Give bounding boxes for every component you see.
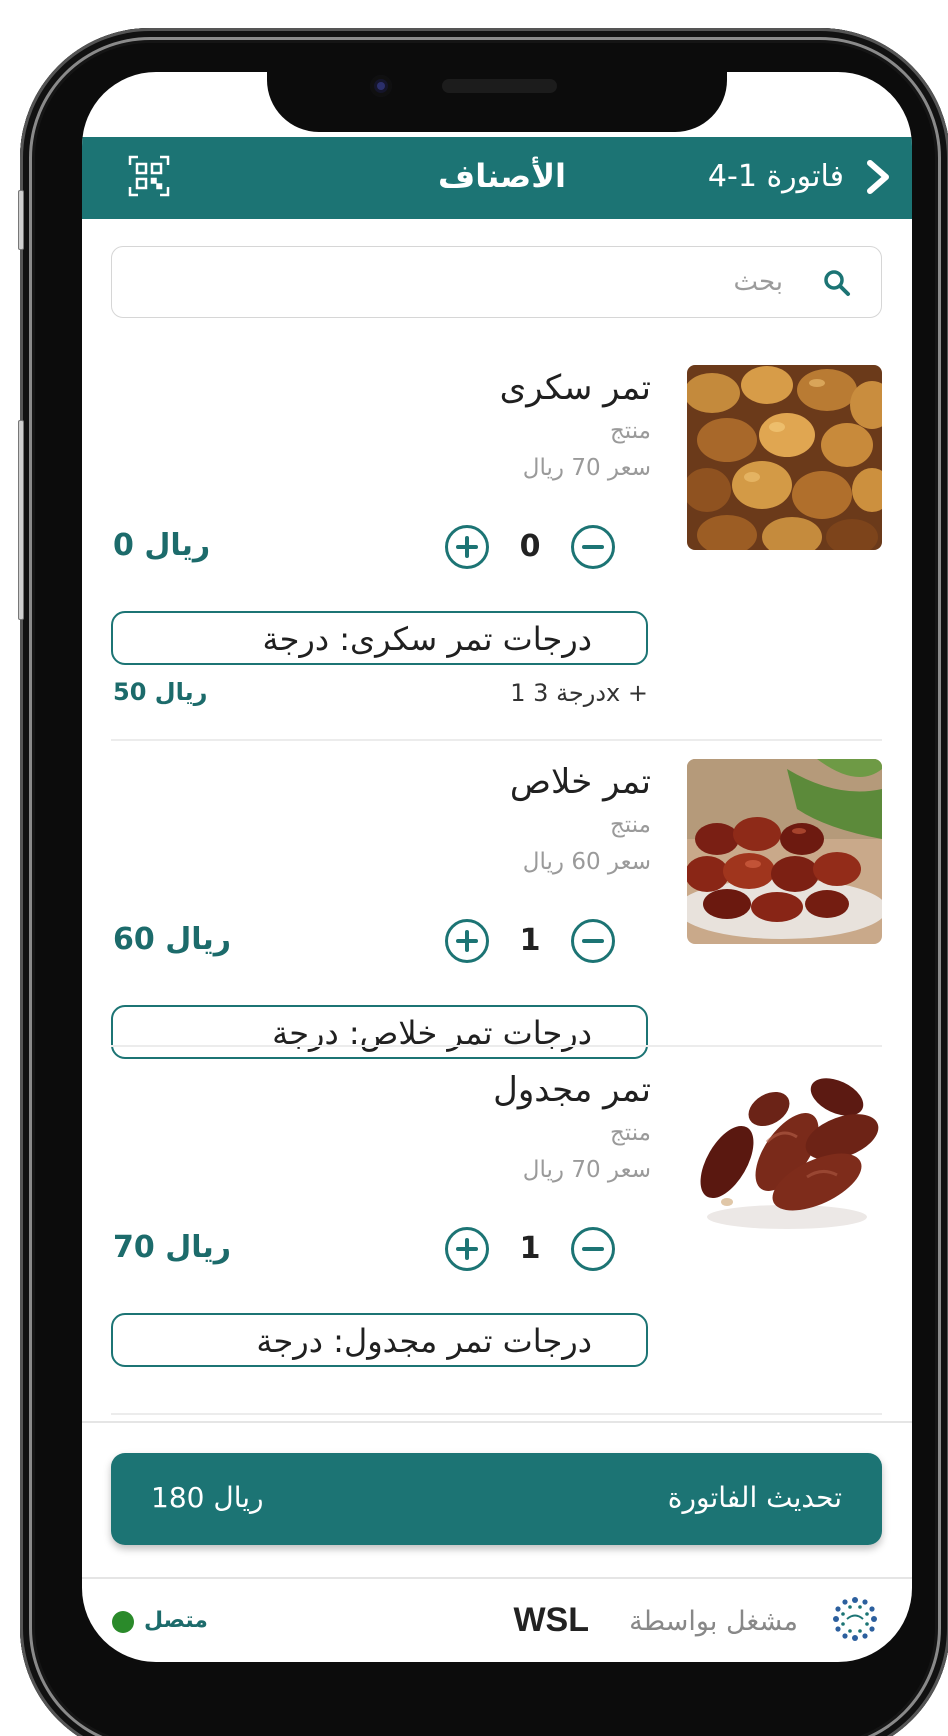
connection-status-label: متصل [144, 1608, 208, 1633]
product-card: تمر خلاص منتج سعر 60 ريال 60 ريال 1 درجا… [111, 759, 882, 1059]
quantity-stepper: 0 [445, 523, 615, 573]
product-type: منتج [609, 812, 651, 838]
grades-button[interactable]: درجات تمر مجدول: درجة [111, 1313, 648, 1367]
chevron-right-icon[interactable] [858, 157, 898, 197]
sukkari-dates-photo [687, 365, 882, 550]
plus-icon[interactable] [445, 1227, 489, 1271]
product-name: تمر مجدول [493, 1070, 651, 1110]
plus-icon[interactable] [445, 919, 489, 963]
invoice-total: 180 ريال [151, 1481, 264, 1514]
volume-button [18, 190, 24, 250]
search-icon [821, 267, 853, 299]
invoice-title[interactable]: فاتورة 1-4 [708, 157, 844, 197]
product-price: سعر 70 ريال [522, 455, 651, 481]
notch [267, 72, 727, 132]
minus-icon[interactable] [571, 1227, 615, 1271]
grades-label: درجات تمر سكرى: درجة [262, 620, 592, 658]
product-type: منتج [609, 1120, 651, 1146]
khalas-dates-photo [687, 759, 882, 944]
grades-button[interactable]: درجات تمر خلاص: درجة [111, 1005, 648, 1059]
grade-total: 50 ريال [113, 678, 208, 706]
product-price: سعر 60 ريال [522, 849, 651, 875]
product-name: تمر سكرى [499, 368, 651, 408]
qr-scan-icon[interactable] [128, 155, 170, 197]
minus-icon[interactable] [571, 525, 615, 569]
footer-separator [82, 1577, 912, 1579]
grades-label: درجات تمر خلاص: درجة [272, 1014, 592, 1052]
powered-by-label: مشغل بواسطة [629, 1606, 798, 1637]
grade-detail: درجة 3 1x + [510, 679, 648, 707]
brand-name: WSL [513, 1601, 589, 1639]
product-card: تمر سكرى منتج سعر 70 ريال 0 ريال 0 درجات… [111, 365, 882, 707]
medjool-dates-photo [687, 1067, 882, 1252]
quantity-value: 1 [519, 923, 541, 958]
quantity-stepper: 1 [445, 1225, 615, 1275]
quantity-value: 1 [519, 1231, 541, 1266]
product-total: 70 ريال [113, 1230, 232, 1265]
divider [111, 739, 882, 741]
quantity-value: 0 [519, 529, 541, 564]
page-title: الأصناف [438, 157, 566, 195]
search-input[interactable]: بحث [111, 246, 882, 318]
app-screen: فاتورة 1-4 الأصناف بحث تمر سكرى منتج سعر… [82, 72, 912, 1662]
volume-button-down [18, 420, 24, 620]
search-placeholder: بحث [733, 267, 783, 297]
camera-icon [370, 75, 392, 97]
plus-icon[interactable] [445, 525, 489, 569]
quantity-stepper: 1 [445, 917, 615, 967]
product-card: تمر مجدول منتج سعر 70 ريال 70 ريال 1 درج… [111, 1067, 882, 1367]
bottom-separator [82, 1421, 912, 1423]
minus-icon[interactable] [571, 919, 615, 963]
divider [111, 1045, 882, 1047]
speaker [442, 79, 557, 93]
wsl-logo-icon [832, 1596, 878, 1642]
grades-button[interactable]: درجات تمر سكرى: درجة [111, 611, 648, 665]
product-type: منتج [609, 418, 651, 444]
product-price: سعر 70 ريال [522, 1157, 651, 1183]
status-dot-icon [112, 1611, 134, 1633]
product-total: 60 ريال [113, 922, 232, 957]
grades-label: درجات تمر مجدول: درجة [256, 1322, 592, 1360]
divider [111, 1413, 882, 1415]
update-invoice-button[interactable]: تحديث الفاتورة 180 ريال [111, 1453, 882, 1545]
product-name: تمر خلاص [509, 762, 651, 802]
update-invoice-label: تحديث الفاتورة [667, 1481, 842, 1514]
product-total: 0 ريال [113, 528, 211, 563]
app-header: فاتورة 1-4 الأصناف [82, 137, 912, 219]
